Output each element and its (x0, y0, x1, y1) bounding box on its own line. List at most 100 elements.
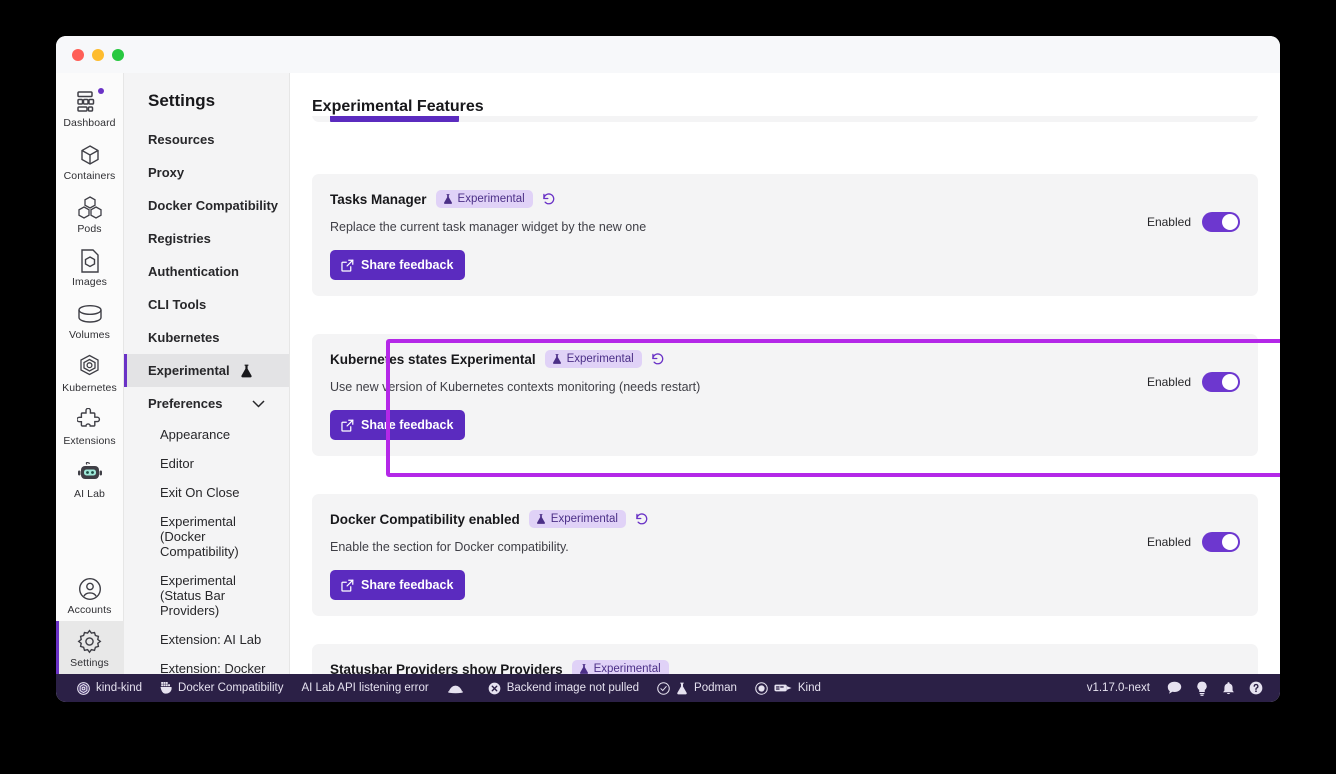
experimental-features-list[interactable]: Tasks Manager Experimental Replace the c… (290, 116, 1280, 674)
settings-nav-item-kubernetes[interactable]: Kubernetes (124, 321, 289, 354)
share-feedback-label: Share feedback (361, 578, 454, 592)
toggle-knob (1222, 374, 1238, 390)
status-bar-item-kind-kind[interactable]: kind-kind (68, 674, 151, 702)
rail-item-accounts[interactable]: Accounts (56, 568, 124, 621)
settings-nav-item-proxy[interactable]: Proxy (124, 156, 289, 189)
status-badge-label: Experimental (566, 353, 634, 365)
nav-item-label: Extension: Docker (160, 661, 266, 674)
card-left: Kubernetes states Experimental Experimen… (330, 350, 1127, 440)
settings-nav-item-authentication[interactable]: Authentication (124, 255, 289, 288)
lightbulb-icon[interactable] (1189, 681, 1215, 696)
main-content: Experimental Features Tasks Manager Expe… (290, 73, 1280, 674)
help-icon[interactable] (1242, 681, 1270, 695)
status-bar-item-label: Kind (797, 682, 821, 694)
card-right: Enabled (1127, 350, 1240, 392)
docker-icon (160, 681, 172, 695)
window-minimize-button[interactable] (92, 48, 104, 61)
status-badge: Experimental (544, 350, 642, 368)
settings-nav-item-exit-on-close[interactable]: Exit On Close (124, 478, 289, 507)
settings-nav-item-appearance[interactable]: Appearance (124, 420, 289, 449)
share-feedback-button[interactable]: Share feedback (330, 410, 466, 440)
share-feedback-button[interactable] (330, 116, 459, 122)
status-badge-label: Experimental (457, 193, 525, 205)
settings-nav-item-extension-docker[interactable]: Extension: Docker (124, 654, 289, 674)
chat-icon[interactable] (1160, 681, 1189, 695)
version-label: v1.17.0-next (1086, 682, 1150, 694)
nav-item-label: Editor (160, 456, 194, 471)
gear-icon (77, 628, 102, 655)
volumes-icon (77, 300, 103, 327)
x-circle-icon (488, 682, 501, 695)
rail-item-pods[interactable]: Pods (56, 187, 124, 240)
kubernetes-cluster-icon (77, 681, 90, 695)
flask-icon (536, 513, 546, 525)
rail-item-ai-lab[interactable]: AI Lab (56, 452, 124, 505)
settings-nav-item-resources[interactable]: Resources (124, 123, 289, 156)
reset-icon[interactable] (635, 512, 649, 526)
primary-navigation-rail: Dashboard Containers Pods Images Volumes… (56, 73, 124, 674)
rail-item-kubernetes[interactable]: Kubernetes (56, 346, 124, 399)
rail-item-extensions[interactable]: Extensions (56, 399, 124, 452)
status-badge-label: Experimental (593, 663, 661, 674)
status-bar-item-ai-lab-api-error[interactable]: AI Lab API listening error (292, 674, 437, 702)
share-feedback-button[interactable]: Share feedback (330, 250, 466, 280)
notification-dot (98, 88, 104, 94)
status-bar-item-podman[interactable]: Podman (648, 674, 746, 702)
page-title: Experimental Features (312, 98, 484, 115)
rail-item-images[interactable]: Images (56, 240, 124, 293)
feature-toggle[interactable] (1202, 372, 1240, 392)
rail-item-label: Images (71, 276, 108, 288)
share-feedback-button[interactable]: Share feedback (330, 570, 466, 600)
settings-navigation: Settings Resources Proxy Docker Compatib… (124, 73, 290, 674)
experimental-feature-card-partial[interactable] (312, 116, 1258, 122)
container-icon (78, 141, 102, 168)
status-bar-item-label: Docker Compatibility (178, 682, 284, 694)
window-zoom-button[interactable] (112, 48, 124, 61)
flask-icon (443, 193, 453, 205)
settings-nav-item-extension-ai-lab[interactable]: Extension: AI Lab (124, 625, 289, 654)
nav-item-label: Proxy (148, 165, 185, 180)
nav-item-label: Kubernetes (148, 330, 220, 345)
status-bar-item-label: kind-kind (96, 682, 143, 694)
rail-item-label: Containers (63, 170, 116, 182)
rail-item-label: Settings (70, 657, 109, 669)
feature-toggle[interactable] (1202, 212, 1240, 232)
settings-nav-item-cli-tools[interactable]: CLI Tools (124, 288, 289, 321)
status-bar-item-label: Podman (694, 682, 737, 694)
card-right: Enabled (1127, 660, 1240, 674)
status-bar-item-backend-image[interactable]: Backend image not pulled (479, 674, 648, 702)
rail-item-containers[interactable]: Containers (56, 134, 124, 187)
feature-toggle[interactable] (1202, 532, 1240, 552)
status-badge: Experimental (571, 660, 669, 674)
card-title: Statusbar Providers show Providers (330, 661, 563, 675)
status-bar-item-ai-lab[interactable] (438, 674, 479, 702)
settings-nav-item-experimental-docker-compatibility[interactable]: Experimental (Docker Compatibility) (124, 507, 289, 566)
settings-nav-item-experimental[interactable]: Experimental (124, 354, 289, 387)
external-link-icon (341, 259, 354, 272)
status-bar-item-kind[interactable]: Kind (746, 674, 830, 702)
rail-item-settings[interactable]: Settings (56, 621, 124, 674)
status-bar-item-label: Backend image not pulled (506, 682, 640, 694)
toggle-knob (1222, 534, 1238, 550)
settings-nav-item-preferences[interactable]: Preferences (124, 387, 289, 420)
status-bar: kind-kind Docker Compatibility AI Lab AP… (56, 674, 1280, 702)
status-bar-item-docker-compatibility[interactable]: Docker Compatibility (151, 674, 292, 702)
rail-item-volumes[interactable]: Volumes (56, 293, 124, 346)
bell-icon[interactable] (1215, 681, 1242, 696)
check-circle-icon (657, 681, 670, 695)
share-feedback-label: Share feedback (361, 258, 454, 272)
settings-nav-item-experimental-status-bar-providers[interactable]: Experimental (Status Bar Providers) (124, 566, 289, 625)
settings-nav-item-docker-compatibility[interactable]: Docker Compatibility (124, 189, 289, 222)
images-icon (79, 247, 101, 274)
window-close-button[interactable] (72, 48, 84, 61)
rail-item-dashboard[interactable]: Dashboard (56, 81, 124, 134)
settings-nav-item-registries[interactable]: Registries (124, 222, 289, 255)
reset-icon[interactable] (542, 192, 556, 206)
card-description: Use new version of Kubernetes contexts m… (330, 380, 701, 394)
reset-icon[interactable] (651, 352, 665, 366)
rail-item-label: Accounts (67, 604, 112, 616)
settings-nav-item-editor[interactable]: Editor (124, 449, 289, 478)
nav-item-label: Registries (148, 231, 211, 246)
nav-item-label: CLI Tools (148, 297, 207, 312)
external-link-icon (341, 419, 354, 432)
